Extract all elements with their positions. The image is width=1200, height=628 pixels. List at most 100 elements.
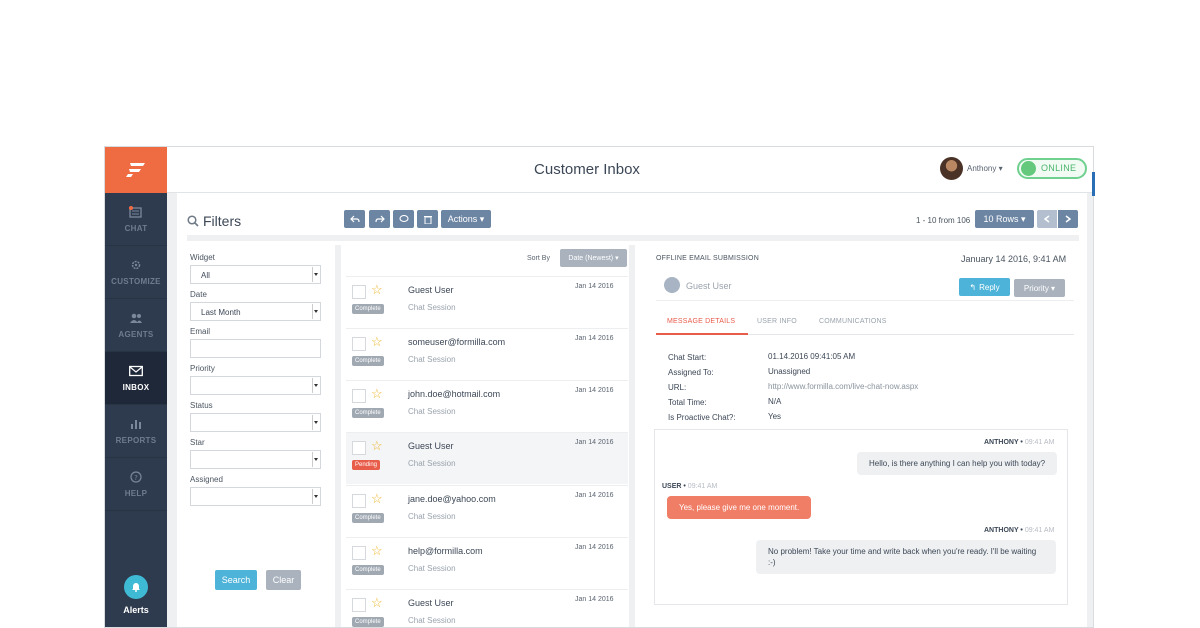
bell-icon[interactable] bbox=[124, 575, 148, 599]
field-label: URL: bbox=[668, 383, 687, 392]
sidebar-item-reports[interactable]: REPORTS bbox=[105, 405, 167, 458]
agents-icon bbox=[129, 312, 143, 324]
priority-select[interactable] bbox=[190, 376, 321, 395]
search-button[interactable]: Search bbox=[215, 570, 257, 590]
list-item[interactable]: ☆ Complete jane.doe@yahoo.com Chat Sessi… bbox=[346, 485, 628, 537]
widget-select[interactable]: All bbox=[190, 265, 321, 284]
status-badge: Complete bbox=[352, 617, 384, 627]
list-item[interactable]: ☆ Complete Guest User Chat Session Jan 1… bbox=[346, 276, 628, 328]
prev-page-button[interactable] bbox=[1037, 210, 1057, 228]
sort-dropdown[interactable]: Date (Newest) ▾ bbox=[560, 249, 627, 267]
chevron-right-icon bbox=[1065, 215, 1071, 223]
reply-back-button[interactable] bbox=[344, 210, 365, 228]
list-item[interactable]: ☆ Complete Guest User Chat Session Jan 1… bbox=[346, 589, 628, 627]
item-subtitle: Chat Session bbox=[408, 355, 456, 364]
priority-label: Priority bbox=[190, 364, 215, 373]
email-field[interactable] bbox=[190, 339, 321, 358]
checkbox[interactable] bbox=[352, 337, 366, 351]
star-icon[interactable]: ☆ bbox=[371, 387, 383, 400]
url-link[interactable]: http://www.formilla.com/live-chat-now.as… bbox=[768, 382, 918, 391]
message-author: USER • 09:41 AM bbox=[662, 483, 718, 490]
tab-user-info[interactable]: USER INFO bbox=[757, 318, 797, 325]
field-label: Chat Start: bbox=[668, 353, 707, 362]
filters-heading: Filters bbox=[187, 213, 241, 229]
widget-label: Widget bbox=[190, 253, 215, 262]
user-menu[interactable]: Anthony ▾ bbox=[967, 164, 1003, 173]
email-label: Email bbox=[190, 327, 211, 336]
priority-dropdown[interactable]: Priority ▾ bbox=[1014, 279, 1065, 297]
assigned-select[interactable] bbox=[190, 487, 321, 506]
gear-icon bbox=[129, 259, 143, 271]
scrollbar[interactable] bbox=[1092, 172, 1095, 196]
star-icon[interactable]: ☆ bbox=[371, 596, 383, 609]
chevron-down-icon bbox=[312, 452, 319, 467]
checkbox[interactable] bbox=[352, 598, 366, 612]
checkbox[interactable] bbox=[352, 389, 366, 403]
sidebar-item-help[interactable]: ? HELP bbox=[105, 458, 167, 511]
main-content: Filters Actions ▾ 1 - 10 from 106 10 Row… bbox=[177, 193, 1087, 627]
status-dot bbox=[1021, 161, 1036, 176]
alerts-label: Alerts bbox=[123, 605, 149, 615]
pagination-info: 1 - 10 from 106 bbox=[916, 216, 971, 225]
guest-row: Guest User ↰ Reply Priority ▾ bbox=[656, 271, 1074, 301]
comment-button[interactable] bbox=[393, 210, 414, 228]
tab-message-details[interactable]: MESSAGE DETAILS bbox=[667, 318, 735, 325]
reply-button[interactable]: ↰ Reply bbox=[959, 278, 1010, 296]
forward-button[interactable] bbox=[369, 210, 390, 228]
active-tab-indicator bbox=[656, 333, 748, 335]
list-item[interactable]: ☆ Complete john.doe@hotmail.com Chat Ses… bbox=[346, 380, 628, 432]
item-subtitle: Chat Session bbox=[408, 303, 456, 312]
sidebar-item-agents[interactable]: AGENTS bbox=[105, 299, 167, 352]
star-label: Star bbox=[190, 438, 205, 447]
chevron-left-icon bbox=[1044, 215, 1050, 223]
item-subtitle: Chat Session bbox=[408, 459, 456, 468]
clear-button[interactable]: Clear bbox=[266, 570, 301, 590]
next-page-button[interactable] bbox=[1058, 210, 1078, 228]
filters-title: Filters bbox=[203, 213, 242, 229]
formilla-logo[interactable] bbox=[105, 147, 167, 193]
star-icon[interactable]: ☆ bbox=[371, 544, 383, 557]
formilla-logo-icon bbox=[126, 163, 145, 177]
item-subtitle: Chat Session bbox=[408, 616, 456, 625]
list-item[interactable]: ☆ Complete someuser@formilla.com Chat Se… bbox=[346, 328, 628, 380]
checkbox[interactable] bbox=[352, 441, 366, 455]
sidebar-item-inbox[interactable]: INBOX bbox=[105, 352, 167, 405]
comment-icon bbox=[398, 215, 409, 223]
envelope-icon bbox=[129, 365, 143, 377]
item-subtitle: Chat Session bbox=[408, 512, 456, 521]
list-item[interactable]: ☆ Complete help@formilla.com Chat Sessio… bbox=[346, 537, 628, 589]
online-status-toggle[interactable]: ONLINE bbox=[1017, 158, 1087, 179]
sidebar-item-label: CHAT bbox=[124, 223, 148, 233]
rows-dropdown[interactable]: 10 Rows ▾ bbox=[975, 210, 1034, 228]
agent-message: Hello, is there anything I can help you … bbox=[857, 452, 1058, 475]
star-icon[interactable]: ☆ bbox=[371, 283, 383, 296]
status-badge: Complete bbox=[352, 304, 384, 314]
sidebar-item-customize[interactable]: CUSTOMIZE bbox=[105, 246, 167, 299]
sidebar-item-label: CUSTOMIZE bbox=[111, 276, 161, 286]
delete-button[interactable] bbox=[417, 210, 438, 228]
svg-text:?: ? bbox=[134, 474, 138, 482]
status-select[interactable] bbox=[190, 413, 321, 432]
checkbox[interactable] bbox=[352, 494, 366, 508]
item-date: Jan 14 2016 bbox=[575, 283, 614, 290]
star-select[interactable] bbox=[190, 450, 321, 469]
date-select[interactable]: Last Month bbox=[190, 302, 321, 321]
avatar[interactable] bbox=[940, 157, 963, 180]
tab-communications[interactable]: COMMUNICATIONS bbox=[819, 318, 887, 325]
item-date: Jan 14 2016 bbox=[575, 492, 614, 499]
chevron-down-icon bbox=[312, 378, 319, 393]
actions-dropdown[interactable]: Actions ▾ bbox=[441, 210, 491, 228]
conversation-list: Sort By Date (Newest) ▾ ☆ Complete Guest… bbox=[335, 245, 635, 627]
list-item[interactable]: ☆ Pending Guest User Chat Session Jan 14… bbox=[346, 432, 628, 484]
sidebar-item-label: HELP bbox=[124, 488, 148, 498]
star-icon[interactable]: ☆ bbox=[371, 335, 383, 348]
star-icon[interactable]: ☆ bbox=[371, 439, 383, 452]
alerts[interactable]: Alerts bbox=[105, 575, 167, 627]
checkbox[interactable] bbox=[352, 546, 366, 560]
field-value: N/A bbox=[768, 397, 782, 406]
detail-heading: OFFLINE EMAIL SUBMISSION bbox=[656, 255, 759, 262]
checkbox[interactable] bbox=[352, 285, 366, 299]
sidebar: CHAT CUSTOMIZE AGENTS INBOX REPORTS ? HE… bbox=[105, 147, 167, 627]
sidebar-item-chat[interactable]: CHAT bbox=[105, 193, 167, 246]
star-icon[interactable]: ☆ bbox=[371, 492, 383, 505]
